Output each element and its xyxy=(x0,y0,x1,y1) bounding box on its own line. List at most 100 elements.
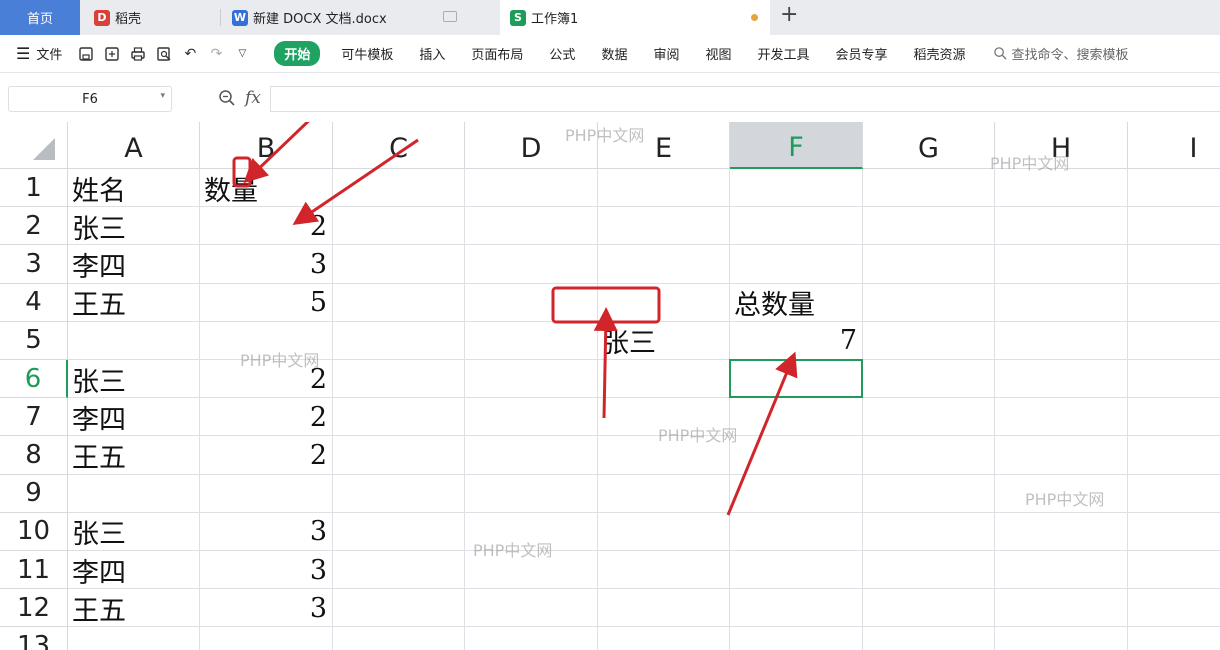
menu-insert[interactable]: 插入 xyxy=(419,44,445,63)
menu-developer[interactable]: 开发工具 xyxy=(757,44,809,63)
tab-daoke[interactable]: D 稻壳 xyxy=(84,0,219,35)
column-header-i[interactable]: I xyxy=(1128,122,1220,169)
column-header-b[interactable]: B xyxy=(200,122,333,169)
daoke-icon: D xyxy=(94,9,110,26)
spreadsheet-grid[interactable]: A B C D E F G H I 1 2 3 4 5 6 7 8 9 10 11 12 13 姓名 数量 张三 2 李四 3 王五 5 张… xyxy=(0,122,1220,650)
redo-icon[interactable]: ↷ xyxy=(206,44,226,64)
menu-page-layout[interactable]: 页面布局 xyxy=(471,44,523,63)
menu-member[interactable]: 会员专享 xyxy=(836,44,888,63)
row-header-13[interactable]: 13 xyxy=(0,627,68,650)
row-header-8[interactable]: 8 xyxy=(0,436,68,475)
cell-a8[interactable]: 王五 xyxy=(68,436,200,474)
row-header-10[interactable]: 10 xyxy=(0,512,68,551)
tab-bar: 首页 D 稻壳 W 新建 DOCX 文档.docx S 工作簿1 + xyxy=(0,0,1220,35)
cell-b10[interactable]: 3 xyxy=(200,513,333,551)
undo-icon[interactable]: ↶ xyxy=(180,44,200,64)
cell-b3[interactable]: 3 xyxy=(200,245,333,283)
more-dropdown-icon[interactable]: ▽ xyxy=(232,44,252,64)
cell-a1[interactable]: 姓名 xyxy=(68,169,200,207)
cell-f4[interactable]: 总数量 xyxy=(730,284,863,322)
cell-e5[interactable]: 张三 xyxy=(598,322,730,360)
print-icon[interactable] xyxy=(128,44,148,64)
search-icon xyxy=(993,47,1007,60)
tab-home-label: 首页 xyxy=(26,12,53,27)
formula-input[interactable] xyxy=(270,86,1220,112)
tab-docx-label: 新建 DOCX 文档.docx xyxy=(253,12,387,27)
new-tab-plus-icon[interactable]: + xyxy=(780,2,798,27)
cell-a2[interactable]: 张三 xyxy=(68,207,200,245)
tab-workbook[interactable]: S 工作簿1 xyxy=(500,0,770,35)
cell-a12[interactable]: 王五 xyxy=(68,589,200,627)
row-header-7[interactable]: 7 xyxy=(0,398,68,437)
word-doc-icon: W xyxy=(232,9,248,26)
chevron-down-icon[interactable]: ▾ xyxy=(160,91,165,101)
cell-a3[interactable]: 李四 xyxy=(68,245,200,283)
menu-data[interactable]: 数据 xyxy=(601,44,627,63)
cell-b1[interactable]: 数量 xyxy=(200,169,333,207)
cell-a6[interactable]: 张三 xyxy=(68,360,200,398)
zoom-icon[interactable] xyxy=(218,89,236,111)
watermark: PHP中文网 xyxy=(240,351,320,370)
spreadsheet-icon: S xyxy=(510,9,526,26)
row-header-4[interactable]: 4 xyxy=(0,283,68,322)
row-header-5[interactable]: 5 xyxy=(0,321,68,360)
tab-home[interactable]: 首页 xyxy=(0,0,80,35)
watermark: PHP中文网 xyxy=(990,154,1070,173)
save-icon[interactable] xyxy=(76,44,96,64)
export-icon[interactable] xyxy=(102,44,122,64)
cell-b2[interactable]: 2 xyxy=(200,207,333,245)
menu-daoke-resources[interactable]: 稻壳资源 xyxy=(914,44,966,63)
active-cell-selection[interactable] xyxy=(729,359,863,399)
column-gridline xyxy=(729,169,730,650)
fx-icon[interactable]: fx xyxy=(245,88,261,108)
row-header-12[interactable]: 12 xyxy=(0,589,68,628)
menu-review[interactable]: 审阅 xyxy=(653,44,679,63)
watermark: PHP中文网 xyxy=(473,541,553,560)
column-gridline xyxy=(862,169,863,650)
cell-f5[interactable]: 7 xyxy=(730,322,863,360)
column-gridline xyxy=(1127,169,1128,650)
row-header-2[interactable]: 2 xyxy=(0,207,68,246)
cell-b7[interactable]: 2 xyxy=(200,398,333,436)
cell-b8[interactable]: 2 xyxy=(200,436,333,474)
tab-docx[interactable]: W 新建 DOCX 文档.docx xyxy=(222,0,497,35)
row-header-11[interactable]: 11 xyxy=(0,551,68,590)
search-placeholder: 查找命令、搜索模板 xyxy=(1011,48,1129,63)
row-header-6[interactable]: 6 xyxy=(0,360,68,399)
cell-b12[interactable]: 3 xyxy=(200,589,333,627)
file-menu[interactable]: 文件 xyxy=(36,44,62,63)
tab-workbook-label: 工作簿1 xyxy=(531,12,579,27)
row-header-3[interactable]: 3 xyxy=(0,245,68,284)
menu-bar: ☰ 文件 ↶ ↷ ▽ 开始 可牛模板 插入 页面布局 公式 数据 审阅 视图 开… xyxy=(0,35,1220,73)
tab-separator xyxy=(220,9,221,26)
watermark: PHP中文网 xyxy=(1025,490,1105,509)
menu-view[interactable]: 视图 xyxy=(705,44,731,63)
watermark: PHP中文网 xyxy=(565,126,645,145)
menu-formulas[interactable]: 公式 xyxy=(549,44,575,63)
column-header-f[interactable]: F xyxy=(730,122,863,169)
column-header-g[interactable]: G xyxy=(863,122,995,169)
command-search[interactable]: 查找命令、搜索模板 xyxy=(993,44,1129,63)
cell-b11[interactable]: 3 xyxy=(200,551,333,589)
menu-start[interactable]: 开始 xyxy=(274,41,321,66)
tab-daoke-label: 稻壳 xyxy=(115,12,142,27)
select-all-corner[interactable] xyxy=(0,122,68,169)
name-box[interactable]: F6 ▾ xyxy=(8,86,172,112)
cell-a7[interactable]: 李四 xyxy=(68,398,200,436)
row-header-1[interactable]: 1 xyxy=(0,169,68,208)
print-preview-icon[interactable] xyxy=(154,44,174,64)
cell-b4[interactable]: 5 xyxy=(200,284,333,322)
select-all-triangle-icon xyxy=(33,138,55,160)
cell-a4[interactable]: 王五 xyxy=(68,284,200,322)
hamburger-menu-icon[interactable]: ☰ xyxy=(16,44,30,63)
column-header-a[interactable]: A xyxy=(68,122,200,169)
cell-a10[interactable]: 张三 xyxy=(68,513,200,551)
quick-access-toolbar: ↶ ↷ ▽ xyxy=(76,44,252,64)
formula-bar: F6 ▾ fx xyxy=(0,74,1220,122)
column-header-c[interactable]: C xyxy=(333,122,465,169)
unsaved-dot-icon xyxy=(751,14,758,21)
menu-template[interactable]: 可牛模板 xyxy=(341,44,393,63)
screen-icon[interactable] xyxy=(443,11,457,22)
row-header-9[interactable]: 9 xyxy=(0,474,68,513)
cell-a11[interactable]: 李四 xyxy=(68,551,200,589)
